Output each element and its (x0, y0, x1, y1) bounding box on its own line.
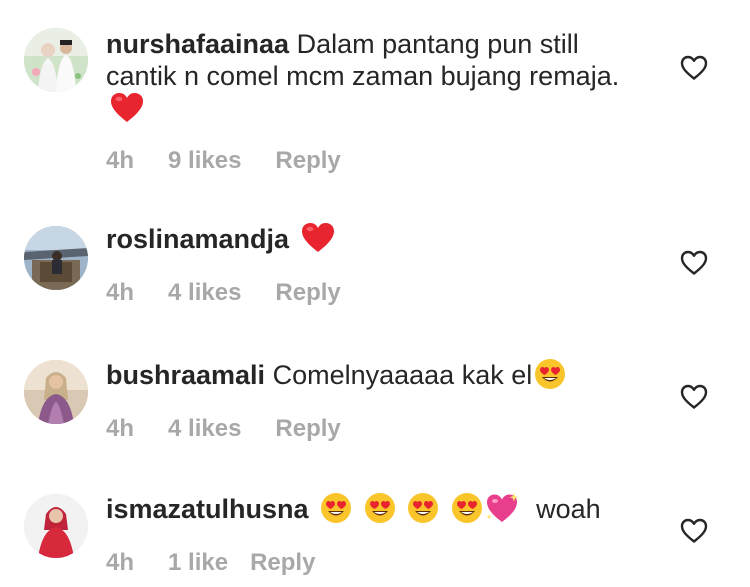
comment-body: roslinamandja 4h 4 likes Reply (106, 222, 646, 307)
heart-eyes-emoji-icon (364, 492, 396, 531)
heart-eyes-emoji-icon (534, 358, 566, 397)
comment-list: nurshafaainaa Dalam pantang pun still ca… (0, 0, 750, 587)
comment-likes[interactable]: 4 likes (168, 279, 241, 307)
heart-eyes-emoji-icon (320, 492, 352, 531)
red-heart-emoji-icon (301, 222, 335, 261)
comment-text: Comelnyaaaaa kak el (272, 360, 533, 390)
comment-time: 4h (106, 415, 135, 442)
heart-eyes-emoji-icon (451, 492, 483, 531)
like-heart-icon[interactable] (680, 55, 708, 81)
comment-body: nurshafaainaa Dalam pantang pun still ca… (106, 28, 646, 175)
comment-text: woah (536, 494, 601, 524)
like-heart-icon[interactable] (680, 384, 708, 410)
avatar[interactable] (24, 494, 88, 558)
sparkling-heart-emoji-icon (485, 492, 521, 531)
comment-body: bushraamali Comelnyaaaaa kak el 4h 4 like… (106, 358, 646, 443)
comment-likes[interactable]: 4 likes (168, 415, 241, 443)
comment-username[interactable]: ismazatulhusna (106, 494, 309, 524)
like-heart-icon[interactable] (680, 250, 708, 276)
reply-button[interactable]: Reply (250, 549, 315, 577)
avatar[interactable] (24, 28, 88, 92)
comment-text-line: bushraamali Comelnyaaaaa kak el (106, 358, 646, 397)
comment-time: 4h (106, 147, 135, 174)
comment-body: ismazatulhusna woah 4h 1 like Reply (106, 492, 646, 577)
heart-eyes-emoji-icon (407, 492, 439, 531)
comment-text-line: roslinamandja (106, 222, 646, 261)
red-heart-emoji-icon (110, 92, 144, 131)
like-heart-icon[interactable] (680, 518, 708, 544)
comment-username[interactable]: roslinamandja (106, 224, 289, 254)
reply-button[interactable]: Reply (275, 279, 340, 307)
comment-username[interactable]: nurshafaainaa (106, 29, 289, 59)
comment-meta: 4h 4 likes Reply (106, 279, 646, 307)
comment-username[interactable]: bushraamali (106, 360, 265, 390)
comment-likes[interactable]: 9 likes (168, 147, 241, 175)
comment-time: 4h (106, 549, 135, 576)
comment-text-line: nurshafaainaa Dalam pantang pun still ca… (106, 28, 646, 131)
comment-meta: 4h 1 like Reply (106, 549, 646, 577)
comment-time: 4h (106, 279, 135, 306)
avatar[interactable] (24, 360, 88, 424)
comment-meta: 4h 9 likes Reply (106, 147, 646, 175)
reply-button[interactable]: Reply (275, 147, 340, 175)
comment-text-line: ismazatulhusna woah (106, 492, 646, 531)
reply-button[interactable]: Reply (275, 415, 340, 443)
comment-likes[interactable]: 1 like (168, 549, 228, 577)
avatar[interactable] (24, 226, 88, 290)
comment-meta: 4h 4 likes Reply (106, 415, 646, 443)
